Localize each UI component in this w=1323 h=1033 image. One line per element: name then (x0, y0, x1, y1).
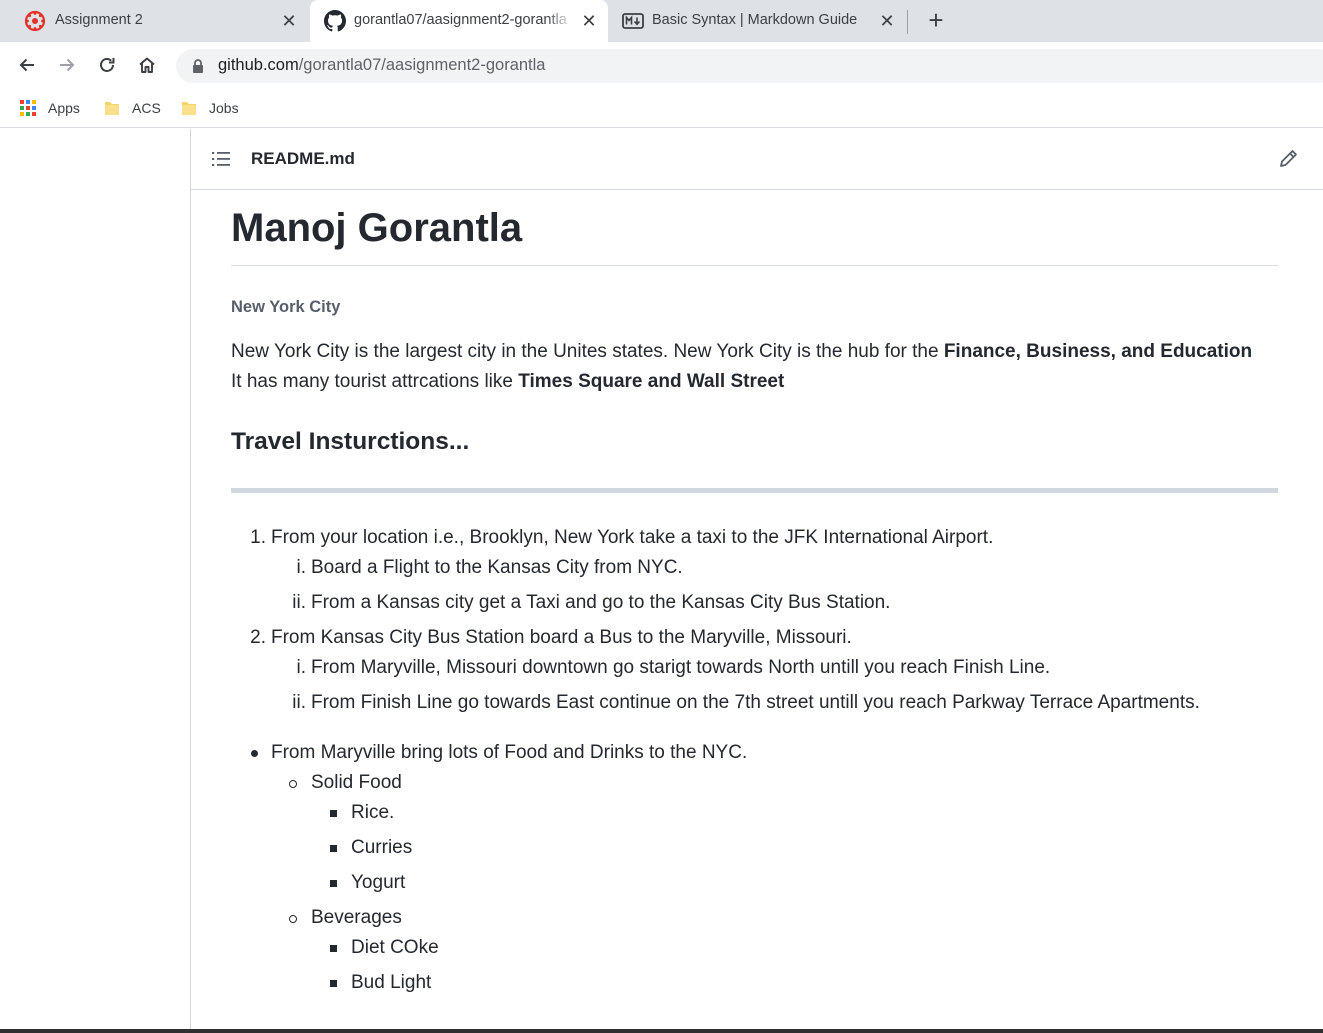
canvas-lms-icon (24, 10, 46, 32)
tab-title: gorantla07/aasignment2-gorantla (354, 12, 567, 28)
para-text: New York City is the largest city in the… (231, 341, 944, 362)
list-marker: ii. (292, 692, 306, 713)
apps-grid-icon (20, 100, 36, 116)
readme-filename: README.md (251, 149, 355, 168)
tab-separator (907, 10, 908, 34)
browser-toolbar: github.com/gorantla07/aasignment2-gorant… (0, 42, 1323, 88)
bullet-disc (251, 750, 258, 757)
tab-title: Basic Syntax | Markdown Guide (652, 12, 858, 28)
readme-h6: New York City (231, 298, 341, 316)
list-item: From Kansas City Bus Station board a Bus… (271, 627, 852, 648)
list-item: From Maryville bring lots of Food and Dr… (271, 742, 748, 763)
url-text: github.com/gorantla07/aasignment2-gorant… (218, 56, 545, 75)
url-path: /gorantla07/aasignment2-gorantla (298, 56, 546, 74)
list-marker: i. (296, 657, 307, 678)
address-bar[interactable]: github.com/gorantla07/aasignment2-gorant… (176, 49, 1323, 83)
bullet-square (330, 845, 337, 852)
list-item: From a Kansas city get a Taxi and go to … (311, 592, 891, 613)
reload-button[interactable] (94, 52, 120, 78)
list-item: From Maryville, Missouri downtown go sta… (311, 657, 1051, 678)
para-bold: Times Square and Wall Street (518, 371, 785, 392)
bookmark-acs[interactable]: ACS (103, 97, 161, 119)
tab-markdown-guide[interactable]: Basic Syntax | Markdown Guide ✕ (610, 0, 906, 42)
bullet-square (330, 980, 337, 987)
readme-h1: Manoj Gorantla (231, 206, 523, 250)
list-item: Board a Flight to the Kansas City from N… (311, 557, 683, 578)
list-item: Solid Food (311, 772, 402, 793)
table-of-contents-icon[interactable] (211, 150, 231, 168)
list-marker: ii. (292, 592, 306, 613)
bookmark-label: Jobs (209, 100, 239, 116)
tab-strip: Assignment 2 ✕ gorantla07/aasignment2-go… (0, 0, 1323, 42)
list-marker: i. (296, 557, 307, 578)
list-item: Beverages (311, 907, 402, 928)
para-bold: Finance, Business, and Education (943, 341, 1253, 362)
bookmark-label: Apps (48, 100, 80, 116)
forward-button[interactable] (54, 52, 80, 78)
back-arrow-icon (19, 58, 34, 72)
bullet-circle (289, 915, 297, 923)
reload-icon (100, 58, 115, 72)
folder-icon (182, 102, 196, 115)
bullet-square (330, 810, 337, 817)
tab-title: Assignment 2 (55, 12, 143, 28)
home-button[interactable] (134, 52, 160, 78)
list-marker: 1. (250, 527, 266, 548)
window-bottom-edge (0, 1029, 1323, 1033)
close-tab-icon[interactable]: ✕ (878, 12, 896, 30)
list-item: From Finish Line go towards East continu… (311, 692, 1200, 713)
para-text: It has many tourist attrcations like (231, 371, 519, 392)
readme-header: README.md (191, 129, 1323, 190)
bookmark-jobs[interactable]: Jobs (180, 97, 239, 119)
markdown-icon (622, 13, 644, 29)
tab-github-repo[interactable]: gorantla07/aasignment2-gorantla ✕ (310, 0, 608, 42)
list-item: Curries (351, 837, 413, 858)
close-tab-icon[interactable]: ✕ (580, 12, 598, 30)
readme-paragraph: New York City is the largest city in the… (231, 337, 1291, 397)
back-button[interactable] (14, 52, 40, 78)
bullet-square (330, 945, 337, 952)
bookmark-apps[interactable]: Apps (19, 97, 80, 119)
heading-divider (231, 265, 1278, 266)
lock-icon[interactable] (192, 58, 204, 74)
list-item: Rice. (351, 802, 395, 823)
tab-assignment-2[interactable]: Assignment 2 ✕ (0, 0, 308, 42)
list-item: Bud Light (351, 972, 432, 993)
bookmark-label: ACS (132, 100, 161, 116)
list-marker: 2. (250, 627, 266, 648)
bookmarks-bar: Apps ACS Jobs (0, 88, 1323, 128)
readme-h3: Travel Insturctions... (231, 428, 470, 455)
url-host: github.com (218, 56, 299, 74)
bullet-square (330, 880, 337, 887)
list-item: Yogurt (351, 872, 406, 893)
forward-arrow-icon (60, 58, 75, 72)
page-content: README.md Manoj Gorantla New York City N… (0, 129, 1323, 1033)
github-icon (324, 10, 346, 32)
home-icon (139, 57, 155, 73)
folder-icon (105, 102, 119, 115)
horizontal-rule (231, 488, 1278, 493)
bullet-circle (289, 780, 297, 788)
pencil-edit-icon[interactable] (1277, 148, 1299, 170)
close-tab-icon[interactable]: ✕ (280, 12, 298, 30)
new-tab-button[interactable]: + (924, 7, 948, 34)
list-item: Diet COke (351, 937, 439, 958)
list-item: From your location i.e., Brooklyn, New Y… (271, 527, 994, 548)
